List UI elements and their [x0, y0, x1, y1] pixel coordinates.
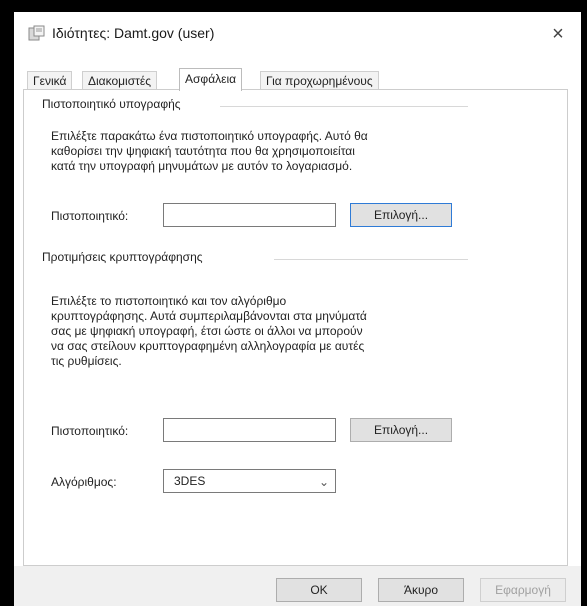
encryption-group-divider — [274, 259, 468, 260]
tab-strip: Γενικά Διακομιστές Ασφάλεια Για προχωρημ… — [14, 68, 581, 91]
security-panel: Πιστοποιητικό υπογραφής Επιλέξτε παρακάτ… — [23, 89, 568, 566]
signing-cert-label: Πιστοποιητικό: — [51, 209, 129, 223]
window-title: Ιδιότητες: Damt.gov (user) — [52, 25, 215, 41]
encryption-cert-label: Πιστοποιητικό: — [51, 424, 129, 438]
signing-cert-field[interactable] — [163, 203, 336, 227]
chevron-down-icon: ⌄ — [318, 475, 329, 489]
close-button[interactable]: × — [535, 12, 581, 56]
cancel-button[interactable]: Άκυρο — [378, 578, 464, 602]
close-icon: × — [552, 22, 564, 45]
tab-advanced[interactable]: Για προχωρημένους — [260, 71, 379, 90]
algorithm-value: 3DES — [174, 474, 206, 488]
encryption-description: Επιλέξτε το πιστοποιητικό και τον αλγόρι… — [51, 294, 367, 368]
tab-servers[interactable]: Διακομιστές — [82, 71, 158, 90]
signing-group-divider — [220, 106, 468, 107]
dialog-footer: OK Άκυρο Εφαρμογή — [14, 566, 581, 606]
signing-select-button[interactable]: Επιλογή... — [350, 203, 452, 227]
tab-general[interactable]: Γενικά — [27, 71, 73, 90]
encryption-select-button[interactable]: Επιλογή... — [350, 418, 452, 442]
algorithm-label: Αλγόριθμος: — [51, 475, 117, 489]
signing-description: Επιλέξτε παρακάτω ένα πιστοποιητικό υπογ… — [51, 129, 368, 173]
apply-button[interactable]: Εφαρμογή — [480, 578, 566, 602]
encryption-cert-field[interactable] — [163, 418, 336, 442]
algorithm-select[interactable]: 3DES ⌄ — [163, 469, 336, 493]
title-bar: Ιδιότητες: Damt.gov (user) × — [14, 12, 581, 56]
mail-account-icon — [28, 25, 46, 41]
encryption-group-title: Προτιμήσεις κρυπτογράφησης — [42, 250, 203, 264]
tab-security[interactable]: Ασφάλεια — [179, 68, 243, 91]
ok-button[interactable]: OK — [276, 578, 362, 602]
properties-dialog: Ιδιότητες: Damt.gov (user) × Γενικά Διακ… — [14, 12, 581, 606]
signing-group-title: Πιστοποιητικό υπογραφής — [42, 97, 181, 111]
